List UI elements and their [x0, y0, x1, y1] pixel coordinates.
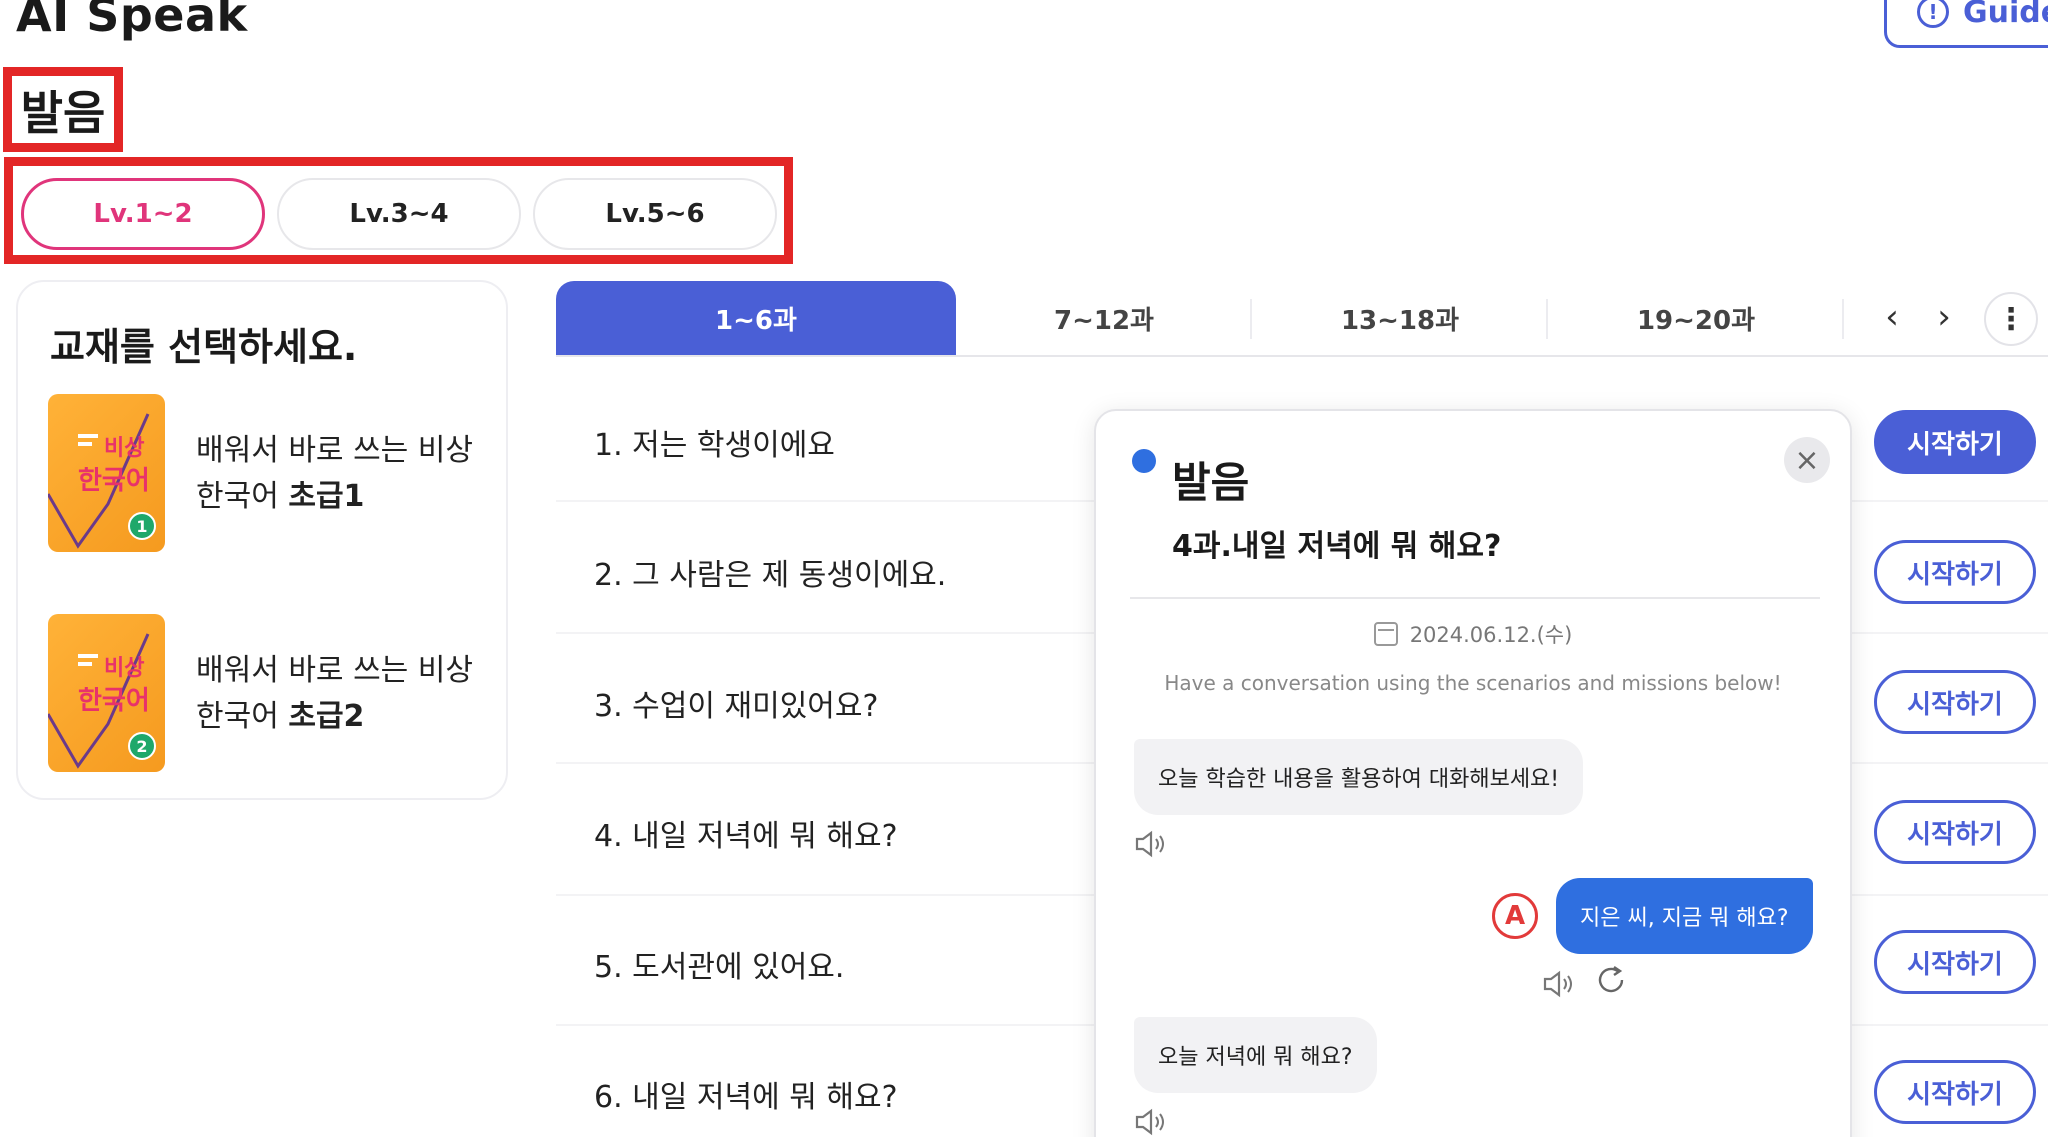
lesson-tabs: 1~6과 7~12과 13~18과 19~20과 ‹ ›	[556, 281, 2048, 357]
book-cover: 비상 한국어 2	[48, 614, 165, 772]
book-title-level: 초급1	[288, 479, 365, 514]
start-button-3[interactable]: 시작하기	[1874, 670, 2036, 734]
lesson-item-5[interactable]: 5. 도서관에 있어요.	[594, 942, 844, 986]
app-title: AI Speak	[16, 0, 248, 42]
section-title: 발음	[3, 67, 123, 152]
book-title: 배워서 바로 쓰는 비상 한국어 초급1	[196, 428, 486, 520]
speaker-icon[interactable]	[1542, 969, 1578, 999]
tab-divider	[1842, 299, 1844, 339]
book-title-line1: 배워서 바로 쓰는 비상	[196, 653, 474, 688]
chevron-left-icon[interactable]: ‹	[1870, 295, 1914, 339]
tab-lessons-1-6[interactable]: 1~6과	[556, 281, 956, 355]
level-tab-5-6[interactable]: Lv.5~6	[533, 178, 777, 250]
calendar-icon	[1373, 622, 1398, 646]
chevron-right-icon[interactable]: ›	[1922, 295, 1966, 339]
start-button-6[interactable]: 시작하기	[1874, 1060, 2036, 1124]
cover-level-badge: 2	[128, 732, 156, 760]
status-dot	[1132, 449, 1156, 473]
book-title-level: 초급2	[288, 699, 365, 734]
conversation-date: 2024.06.12.(수)	[1096, 619, 1850, 649]
tab-lessons-7-12[interactable]: 7~12과	[956, 281, 1252, 355]
start-button-5[interactable]: 시작하기	[1874, 930, 2036, 994]
dialog-divider	[1130, 597, 1820, 599]
lesson-item-4[interactable]: 4. 내일 저녁에 뭐 해요?	[594, 811, 898, 855]
ai-message: 오늘 저녁에 뭐 해요?	[1134, 1017, 1377, 1093]
book-cover: 비상 한국어 1	[48, 394, 165, 552]
dialog-subtitle: 4과.내일 저녁에 뭐 해요?	[1172, 529, 1502, 564]
lesson-item-2[interactable]: 2. 그 사람은 제 동생이에요.	[594, 550, 946, 594]
speaker-icon[interactable]	[1134, 829, 1170, 859]
textbook-item[interactable]: 비상 한국어 2 배워서 바로 쓰는 비상 한국어 초급2	[48, 614, 488, 774]
user-avatar-icon: A	[1492, 893, 1538, 939]
lesson-item-6[interactable]: 6. 내일 저녁에 뭐 해요?	[594, 1072, 898, 1116]
cover-title: 비상	[104, 656, 145, 681]
lesson-item-3[interactable]: 3. 수업이 재미있어요?	[594, 681, 878, 725]
close-icon[interactable]: ×	[1784, 437, 1830, 483]
ai-message: 오늘 학습한 내용을 활용하여 대화해보세요!	[1134, 739, 1584, 815]
speaker-icon[interactable]	[1134, 1107, 1170, 1137]
level-tab-3-4[interactable]: Lv.3~4	[277, 178, 521, 250]
cover-subtitle: 한국어	[78, 686, 150, 716]
cover-title: 비상	[104, 436, 145, 461]
cover-level-badge: 1	[128, 512, 156, 540]
book-title: 배워서 바로 쓰는 비상 한국어 초급2	[196, 648, 486, 740]
start-button-2[interactable]: 시작하기	[1874, 540, 2036, 604]
tab-lessons-19-20[interactable]: 19~20과	[1548, 281, 1844, 355]
textbook-item[interactable]: 비상 한국어 1 배워서 바로 쓰는 비상 한국어 초급1	[48, 394, 488, 554]
user-message: 지은 씨, 지금 뭐 해요?	[1556, 878, 1813, 954]
book-title-prefix: 한국어	[196, 699, 289, 734]
more-options-icon[interactable]: ⋮	[1984, 292, 2038, 346]
date-text: 2024.06.12.(수)	[1409, 623, 1573, 647]
start-button-4[interactable]: 시작하기	[1874, 800, 2036, 864]
lesson-item-1[interactable]: 1. 저는 학생이에요	[594, 420, 835, 464]
textbook-panel: 교재를 선택하세요. 비상 한국어 1 배워서 바로 쓰는 비상 한국어 초급1…	[16, 280, 508, 800]
book-title-line1: 배워서 바로 쓰는 비상	[196, 433, 474, 468]
cover-subtitle: 한국어	[78, 466, 150, 496]
tab-lessons-13-18[interactable]: 13~18과	[1252, 281, 1548, 355]
start-button-1[interactable]: 시작하기	[1874, 410, 2036, 474]
dialog-title: 발음	[1172, 458, 1250, 507]
guide-button[interactable]: ! Guide	[1884, 0, 2048, 48]
textbook-heading: 교재를 선택하세요.	[50, 325, 358, 369]
conversation-instruction: Have a conversation using the scenarios …	[1164, 671, 1782, 695]
level-selector: Lv.1~2 Lv.3~4 Lv.5~6	[4, 157, 793, 264]
book-title-prefix: 한국어	[196, 479, 289, 514]
info-icon: !	[1917, 0, 1949, 28]
guide-label: Guide	[1963, 0, 2048, 30]
pronunciation-dialog: 발음 4과.내일 저녁에 뭐 해요? × 2024.06.12.(수) Have…	[1094, 409, 1852, 1137]
replay-icon[interactable]	[1594, 963, 1628, 1005]
level-tab-1-2[interactable]: Lv.1~2	[21, 178, 265, 250]
